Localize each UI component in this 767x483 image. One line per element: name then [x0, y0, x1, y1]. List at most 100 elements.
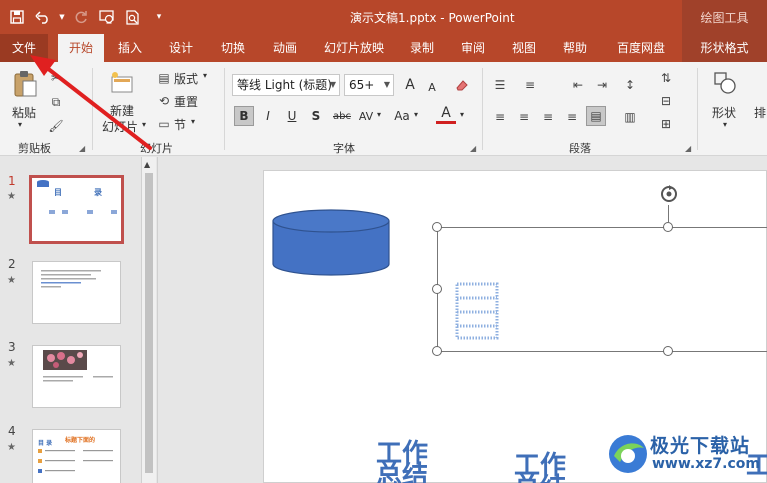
bold-button[interactable]: B — [234, 106, 254, 126]
reset-button[interactable]: 重置 — [174, 93, 198, 110]
slide-text-1[interactable]: 工作 总结 — [376, 441, 428, 483]
layout-dropdown-icon[interactable]: ▾ — [203, 71, 207, 80]
section-button[interactable]: 节 — [174, 116, 186, 133]
strikethrough-button[interactable]: abc — [330, 106, 354, 126]
font-name-select[interactable]: 等线 Light (标题) ▼ — [232, 74, 340, 96]
tab-review[interactable]: 审阅 — [450, 34, 496, 62]
tab-insert[interactable]: 插入 — [108, 34, 152, 62]
scroll-up-icon[interactable]: ▲ — [144, 160, 150, 169]
undo-dropdown-icon[interactable]: ▼ — [58, 6, 66, 28]
slide-thumbnail-3[interactable] — [32, 345, 121, 408]
watermark: 极光下载站 www.xz7.com — [606, 428, 766, 480]
tab-baidu-netdisk[interactable]: 百度网盘 — [604, 34, 678, 62]
clipboard-launcher-icon[interactable]: ◢ — [79, 144, 85, 153]
tab-animations[interactable]: 动画 — [262, 34, 308, 62]
paragraph-launcher-icon[interactable]: ◢ — [685, 144, 691, 153]
thumb-number: 1 — [8, 174, 16, 188]
new-slide-button[interactable]: 幻灯片 — [102, 118, 138, 135]
reset-icon[interactable]: ⟲ — [154, 91, 174, 111]
justify-icon[interactable]: ≡ — [562, 107, 582, 127]
shapes-dropdown-icon[interactable]: ▾ — [723, 120, 727, 129]
arrange-button[interactable]: 排 — [754, 104, 766, 121]
line-spacing-icon[interactable]: ↕ — [620, 75, 640, 95]
from-beginning-icon[interactable] — [96, 6, 118, 28]
paste-dropdown-icon[interactable]: ▾ — [18, 120, 22, 129]
font-name-value: 等线 Light (标题) — [237, 78, 332, 92]
italic-button[interactable]: I — [258, 106, 278, 126]
layout-icon[interactable]: ▤ — [154, 68, 174, 88]
thumbnail-scrollbar[interactable]: ▲ — [141, 157, 156, 483]
slide-text-2[interactable]: 工作 总结 — [514, 453, 566, 483]
new-slide-dropdown-icon[interactable]: ▾ — [142, 120, 146, 129]
underline-button[interactable]: U — [282, 106, 302, 126]
chevron-down-icon: ▼ — [383, 80, 390, 89]
tab-slideshow[interactable]: 幻灯片放映 — [314, 34, 394, 62]
columns-icon[interactable]: ▥ — [620, 107, 640, 127]
font-color-dropdown-icon[interactable]: ▾ — [460, 110, 464, 119]
tab-file[interactable]: 文件 — [0, 34, 48, 62]
group-separator — [224, 68, 225, 150]
increase-indent-icon[interactable]: ⇥ — [592, 75, 612, 95]
tab-transitions[interactable]: 切换 — [210, 34, 256, 62]
group-separator — [482, 68, 483, 150]
spacing-dropdown-icon[interactable]: ▾ — [377, 110, 381, 119]
tab-home[interactable]: 开始 — [58, 34, 104, 62]
group-separator — [92, 68, 93, 150]
resize-handle[interactable] — [663, 346, 673, 356]
ribbon-tabs: 文件 开始 插入 设计 切换 动画 幻灯片放映 录制 审阅 视图 帮助 百度网盘… — [0, 34, 767, 62]
copy-icon[interactable]: ⧉ — [46, 92, 66, 112]
text-direction-icon[interactable]: ⇅ — [656, 68, 676, 88]
tab-view[interactable]: 视图 — [502, 34, 546, 62]
tab-help[interactable]: 帮助 — [552, 34, 598, 62]
tab-record[interactable]: 录制 — [400, 34, 444, 62]
tab-design[interactable]: 设计 — [158, 34, 204, 62]
resize-handle[interactable] — [432, 346, 442, 356]
shapes-icon[interactable] — [712, 70, 738, 96]
change-case-button[interactable]: Aa — [392, 106, 412, 126]
new-slide-label[interactable]: 新建 — [110, 102, 134, 119]
resize-handle[interactable] — [663, 222, 673, 232]
rotate-handle-icon[interactable] — [658, 183, 680, 205]
slide-thumbnail-2[interactable] — [32, 261, 121, 324]
font-color-button[interactable]: A — [436, 104, 456, 124]
align-center-icon[interactable]: ≡ — [514, 107, 534, 127]
cylinder-shape[interactable] — [272, 209, 392, 279]
paste-icon[interactable] — [12, 68, 40, 100]
shrink-font-button[interactable]: A — [422, 77, 442, 97]
smartart-icon[interactable]: ⊞ — [656, 114, 676, 134]
slide-thumbnail-4[interactable]: 目 录 标题下面的 — [32, 429, 121, 483]
shapes-button[interactable]: 形状 — [712, 104, 736, 121]
resize-handle[interactable] — [432, 284, 442, 294]
align-text-icon[interactable]: ⊟ — [656, 91, 676, 111]
clear-formatting-icon[interactable] — [452, 75, 472, 95]
numbering-icon[interactable]: ≡ — [520, 75, 540, 95]
scrollbar-thumb[interactable] — [145, 173, 153, 473]
section-dropdown-icon[interactable]: ▾ — [191, 117, 195, 126]
customize-qat-icon[interactable]: ▾ — [148, 6, 170, 28]
save-icon[interactable] — [6, 6, 28, 28]
undo-icon[interactable] — [32, 6, 54, 28]
font-launcher-icon[interactable]: ◢ — [470, 144, 476, 153]
new-slide-icon[interactable] — [108, 68, 136, 98]
cut-icon[interactable]: ✂ — [46, 68, 66, 88]
shadow-button[interactable]: S — [306, 106, 326, 126]
font-size-select[interactable]: 65+ ▼ — [344, 74, 394, 96]
case-dropdown-icon[interactable]: ▾ — [414, 110, 418, 119]
layout-button[interactable]: 版式 — [174, 70, 198, 87]
align-left-icon[interactable]: ≡ — [490, 107, 510, 127]
resize-handle[interactable] — [432, 222, 442, 232]
paste-button[interactable]: 粘贴 — [12, 104, 36, 121]
group-separator — [697, 68, 698, 150]
grow-font-button[interactable]: A — [400, 75, 420, 95]
character-spacing-button[interactable]: AV — [356, 106, 376, 126]
decrease-indent-icon[interactable]: ⇤ — [568, 75, 588, 95]
slide-thumbnail-1[interactable]: 目 录 — [29, 175, 124, 244]
section-icon[interactable]: ▭ — [154, 114, 174, 134]
align-right-icon[interactable]: ≡ — [538, 107, 558, 127]
format-painter-icon[interactable]: 🖌 — [46, 116, 66, 136]
distributed-icon[interactable]: ▤ — [586, 106, 606, 126]
redo-icon[interactable] — [70, 6, 92, 28]
print-preview-icon[interactable] — [122, 6, 144, 28]
bullets-icon[interactable]: ☰ — [490, 75, 510, 95]
tab-shape-format[interactable]: 形状格式 — [682, 34, 767, 62]
